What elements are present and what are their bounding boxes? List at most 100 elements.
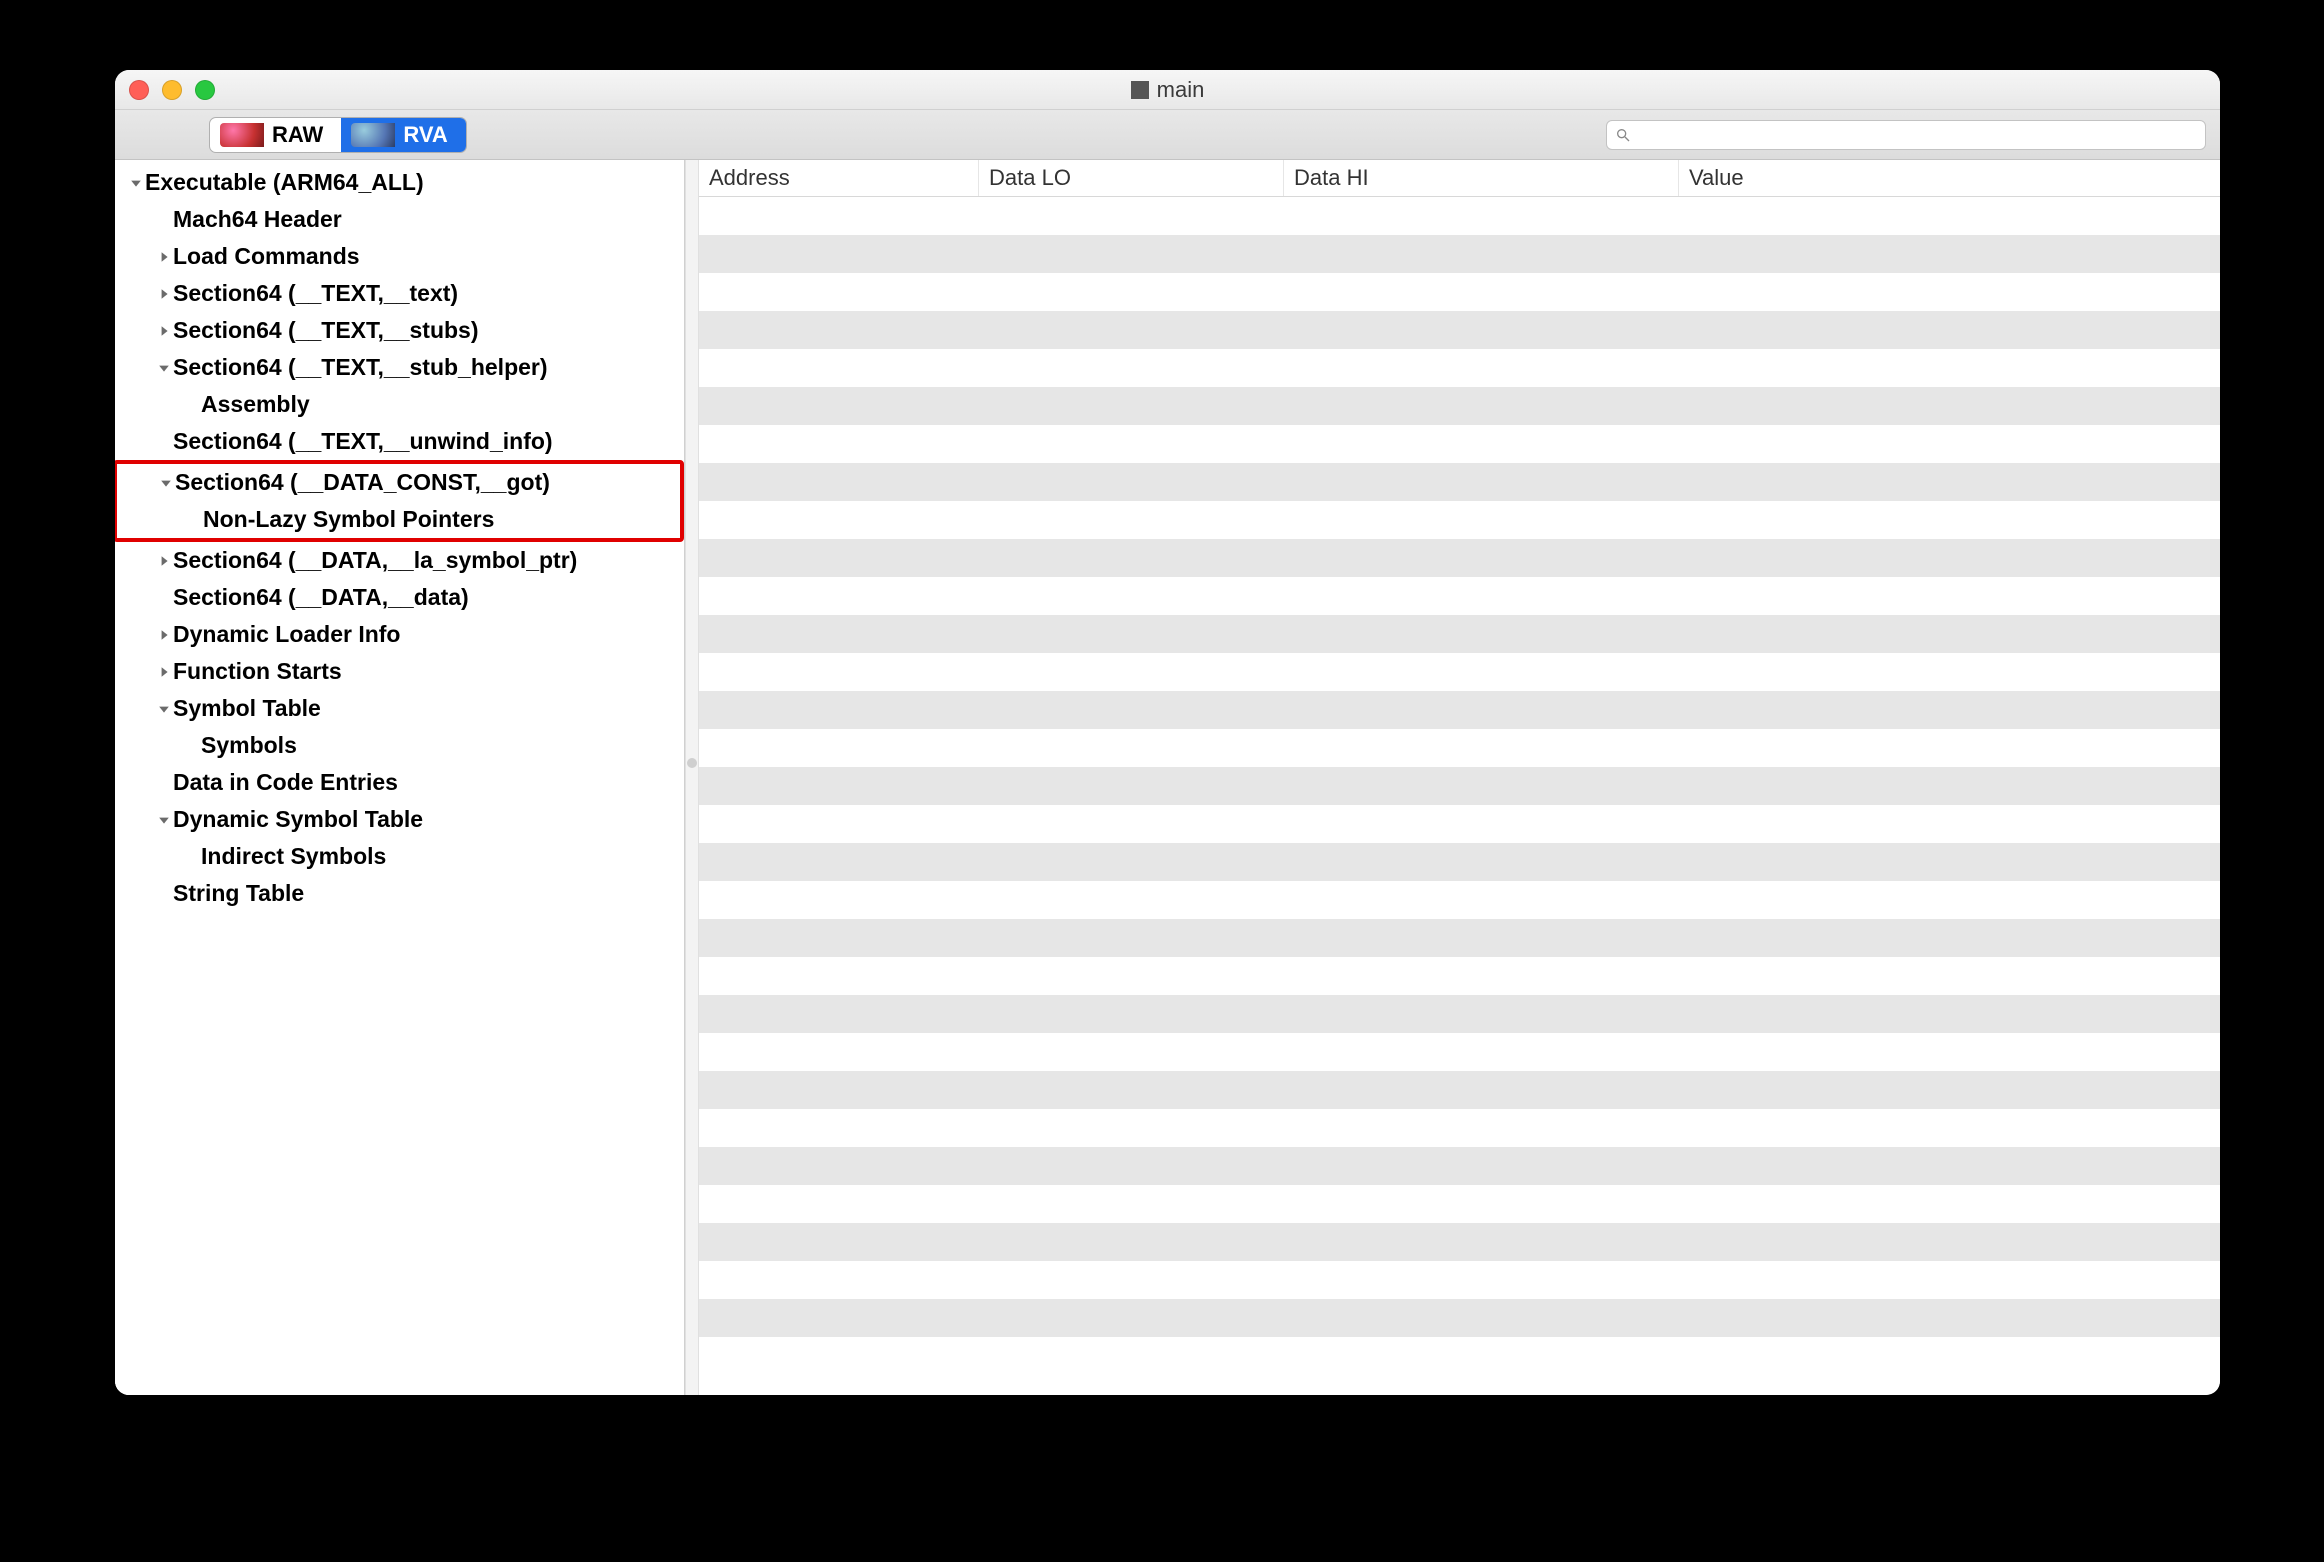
tree-label: String Table <box>173 875 304 912</box>
document-icon <box>1131 81 1149 99</box>
table-row[interactable] <box>699 235 2220 273</box>
disclosure-down-icon[interactable] <box>127 177 145 189</box>
titlebar[interactable]: main <box>115 70 2220 110</box>
disclosure-down-icon[interactable] <box>157 477 175 489</box>
tree-data-in-code-entries[interactable]: Data in Code Entries <box>115 764 684 801</box>
content: Executable (ARM64_ALL)Mach64 HeaderLoad … <box>115 160 2220 1395</box>
table-row[interactable] <box>699 501 2220 539</box>
tree-label: Section64 (__TEXT,__stub_helper) <box>173 349 548 386</box>
seg-raw-button[interactable]: RAW <box>210 118 341 152</box>
col-data-lo[interactable]: Data LO <box>979 160 1284 196</box>
tree-section-text-text[interactable]: Section64 (__TEXT,__text) <box>115 275 684 312</box>
table-row[interactable] <box>699 729 2220 767</box>
seg-rva-button[interactable]: RVA <box>341 118 465 152</box>
tree-section-text-stubs[interactable]: Section64 (__TEXT,__stubs) <box>115 312 684 349</box>
table-row[interactable] <box>699 919 2220 957</box>
disclosure-right-icon[interactable] <box>155 629 173 641</box>
table-row[interactable] <box>699 463 2220 501</box>
minimize-icon[interactable] <box>162 80 182 100</box>
disclosure-down-icon[interactable] <box>155 703 173 715</box>
table-row[interactable] <box>699 1261 2220 1299</box>
tree-dynamic-symbol-table[interactable]: Dynamic Symbol Table <box>115 801 684 838</box>
tree-label: Section64 (__TEXT,__stubs) <box>173 312 479 349</box>
tree-function-starts[interactable]: Function Starts <box>115 653 684 690</box>
table-row[interactable] <box>699 767 2220 805</box>
table-row[interactable] <box>699 539 2220 577</box>
tree-mach64-header[interactable]: Mach64 Header <box>115 201 684 238</box>
tree-label: Non-Lazy Symbol Pointers <box>203 501 494 538</box>
disclosure-right-icon[interactable] <box>155 555 173 567</box>
sidebar-tree[interactable]: Executable (ARM64_ALL)Mach64 HeaderLoad … <box>115 160 685 1395</box>
table-row[interactable] <box>699 691 2220 729</box>
table-row[interactable] <box>699 311 2220 349</box>
tree-assembly[interactable]: Assembly <box>115 386 684 423</box>
tree-dynamic-loader-info[interactable]: Dynamic Loader Info <box>115 616 684 653</box>
tree-non-lazy-symbol-pointers[interactable]: Non-Lazy Symbol Pointers <box>117 501 680 538</box>
tree-indirect-symbols[interactable]: Indirect Symbols <box>115 838 684 875</box>
disclosure-down-icon[interactable] <box>155 362 173 374</box>
table-row[interactable] <box>699 843 2220 881</box>
tree-section-data-data[interactable]: Section64 (__DATA,__data) <box>115 579 684 616</box>
table-row[interactable] <box>699 273 2220 311</box>
table-row[interactable] <box>699 957 2220 995</box>
tree-string-table[interactable]: String Table <box>115 875 684 912</box>
table-row[interactable] <box>699 425 2220 463</box>
table-row[interactable] <box>699 995 2220 1033</box>
search-field[interactable] <box>1606 120 2206 150</box>
view-mode-segmented: RAW RVA <box>209 117 467 153</box>
table-row[interactable] <box>699 1033 2220 1071</box>
close-icon[interactable] <box>129 80 149 100</box>
table-body[interactable] <box>699 197 2220 1395</box>
col-data-hi[interactable]: Data HI <box>1284 160 1679 196</box>
col-value[interactable]: Value <box>1679 160 2220 196</box>
disclosure-right-icon[interactable] <box>155 288 173 300</box>
table-row[interactable] <box>699 349 2220 387</box>
tree-label: Section64 (__DATA,__la_symbol_ptr) <box>173 542 577 579</box>
table-header: Address Data LO Data HI Value <box>699 160 2220 197</box>
tree-section-data-la-symbol-ptr[interactable]: Section64 (__DATA,__la_symbol_ptr) <box>115 542 684 579</box>
table-row[interactable] <box>699 197 2220 235</box>
tree-label: Symbol Table <box>173 690 321 727</box>
table-row[interactable] <box>699 387 2220 425</box>
table-row[interactable] <box>699 577 2220 615</box>
disclosure-right-icon[interactable] <box>155 251 173 263</box>
split-divider[interactable] <box>685 160 699 1395</box>
tree-label: Section64 (__TEXT,__text) <box>173 275 458 312</box>
table-row[interactable] <box>699 653 2220 691</box>
table-row[interactable] <box>699 1299 2220 1337</box>
table-row[interactable] <box>699 1147 2220 1185</box>
table-row[interactable] <box>699 1185 2220 1223</box>
disclosure-right-icon[interactable] <box>155 325 173 337</box>
table-row[interactable] <box>699 1223 2220 1261</box>
tree-load-commands[interactable]: Load Commands <box>115 238 684 275</box>
tree-section-text-unwind-info[interactable]: Section64 (__TEXT,__unwind_info) <box>115 423 684 460</box>
tree-label: Dynamic Symbol Table <box>173 801 423 838</box>
seg-rva-label: RVA <box>403 122 447 148</box>
col-address[interactable]: Address <box>699 160 979 196</box>
tree-label: Section64 (__TEXT,__unwind_info) <box>173 423 553 460</box>
app-window: main RAW RVA Executable (ARM64_ALL)Mach6… <box>115 70 2220 1395</box>
tree-label: Data in Code Entries <box>173 764 398 801</box>
disclosure-down-icon[interactable] <box>155 814 173 826</box>
tree-label: Section64 (__DATA_CONST,__got) <box>175 464 550 501</box>
tree-label: Executable (ARM64_ALL) <box>145 164 424 201</box>
table-row[interactable] <box>699 1071 2220 1109</box>
tree-symbol-table[interactable]: Symbol Table <box>115 690 684 727</box>
tree-symbols[interactable]: Symbols <box>115 727 684 764</box>
table-row[interactable] <box>699 615 2220 653</box>
tree-label: Load Commands <box>173 238 360 275</box>
zoom-icon[interactable] <box>195 80 215 100</box>
seg-raw-label: RAW <box>272 122 323 148</box>
disclosure-right-icon[interactable] <box>155 666 173 678</box>
table-row[interactable] <box>699 805 2220 843</box>
rva-swatch-icon <box>351 123 395 147</box>
tree-section-data-const-got[interactable]: Section64 (__DATA_CONST,__got) <box>117 464 680 501</box>
table-row[interactable] <box>699 881 2220 919</box>
tree-section-text-stub-helper[interactable]: Section64 (__TEXT,__stub_helper) <box>115 349 684 386</box>
table-row[interactable] <box>699 1109 2220 1147</box>
tree-executable[interactable]: Executable (ARM64_ALL) <box>115 164 684 201</box>
tree-label: Dynamic Loader Info <box>173 616 400 653</box>
search-icon <box>1615 127 1631 143</box>
search-input[interactable] <box>1631 124 2197 145</box>
tree-label: Function Starts <box>173 653 342 690</box>
